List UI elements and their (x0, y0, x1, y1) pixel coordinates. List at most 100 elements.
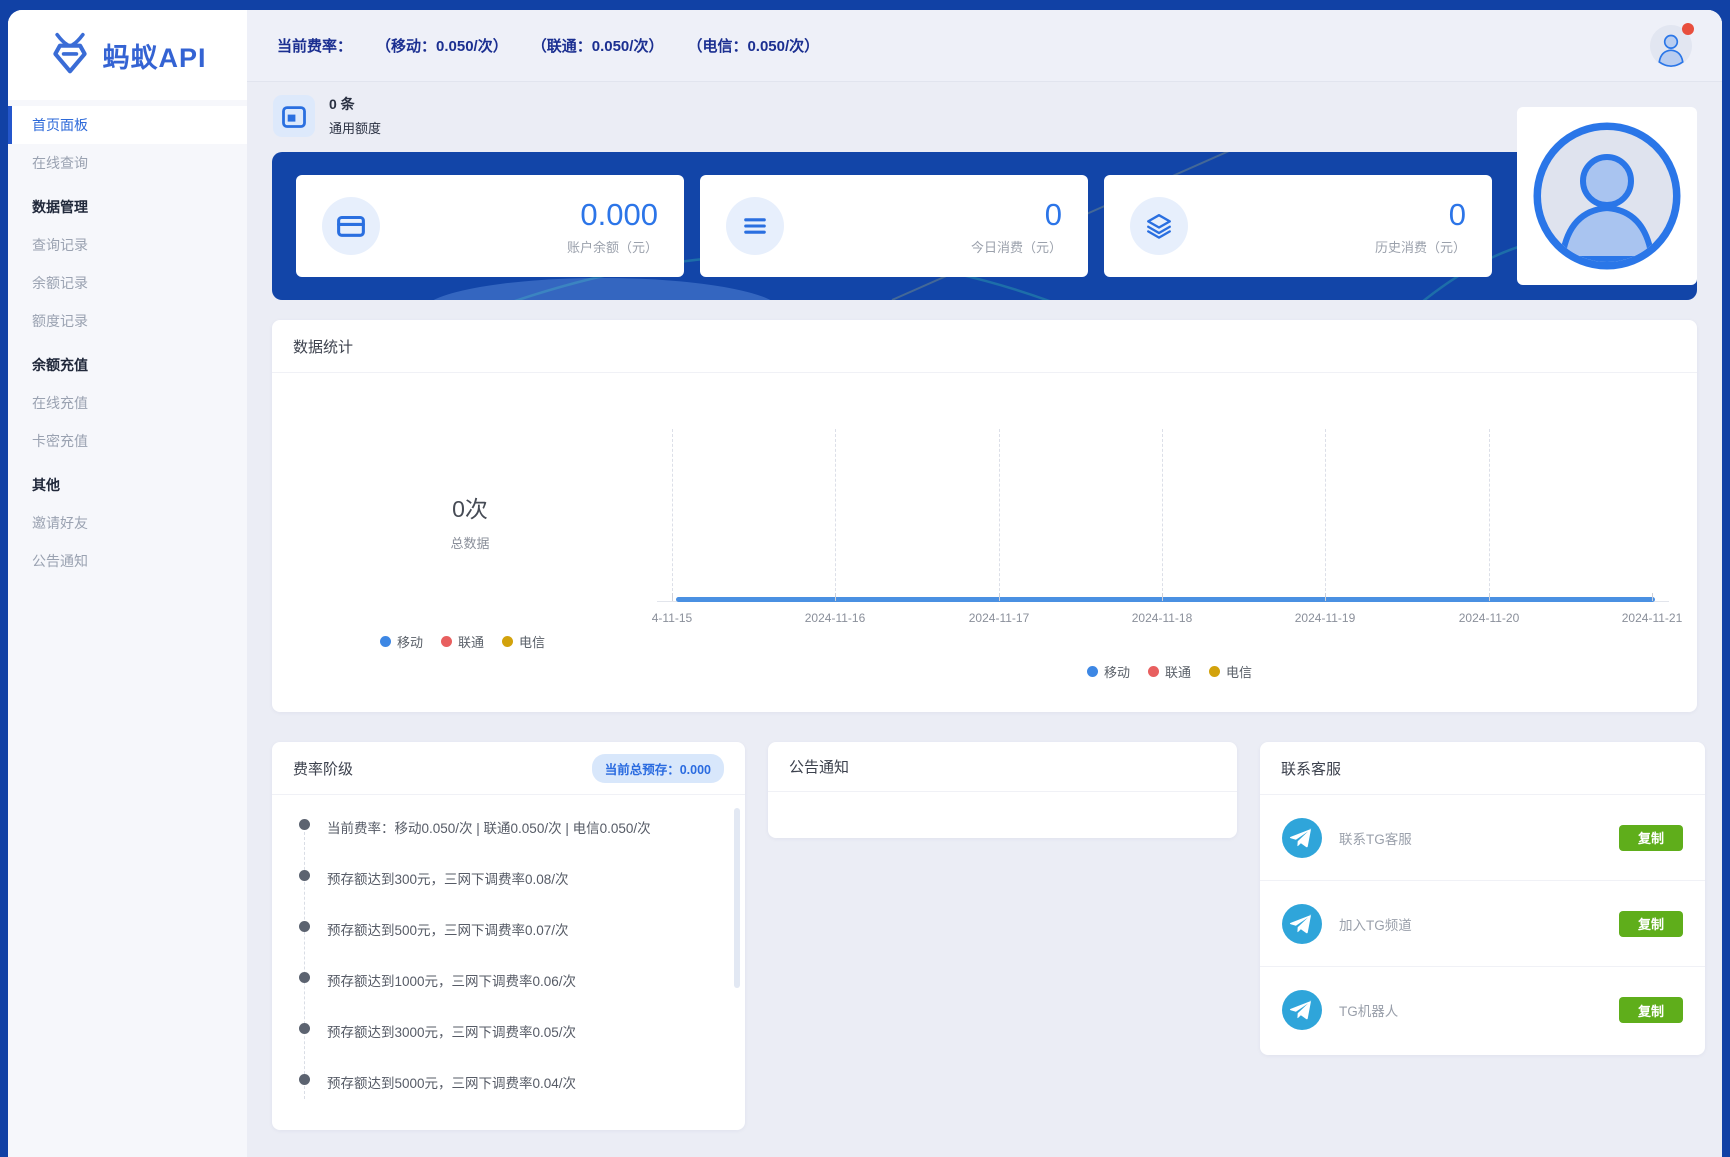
tier-item: 预存额达到300元，三网下调费率0.08/次 (299, 868, 715, 919)
legend-telecom[interactable]: 电信 (502, 632, 545, 651)
user-avatar-button[interactable] (1650, 25, 1692, 67)
support-label: 加入TG频道 (1339, 914, 1412, 934)
tick-label: 2024-11-17 (939, 611, 1059, 625)
support-row-tg-channel[interactable]: 加入TG频道 复制 (1260, 881, 1705, 967)
sidebar-item-query-records[interactable]: 查询记录 (8, 226, 247, 264)
total-data-stat: 0次 总数据 (390, 490, 550, 552)
gridline (1489, 429, 1490, 601)
menu-lines-icon (726, 197, 784, 255)
rate-telecom: （电信：0.050/次） (687, 35, 819, 56)
sidebar-item-online-query[interactable]: 在线查询 (8, 144, 247, 182)
rate-unicom: （联通：0.050/次） (532, 35, 664, 56)
gridline (835, 429, 836, 601)
sidebar-item-invite-friends[interactable]: 邀请好友 (8, 504, 247, 542)
gridline (999, 429, 1000, 601)
legend-mobile[interactable]: 移动 (1087, 662, 1130, 681)
tier-item: 预存额达到3000元，三网下调费率0.05/次 (299, 1021, 715, 1072)
sidebar-item-announcements[interactable]: 公告通知 (8, 542, 247, 580)
support-row-tg-service[interactable]: 联系TG客服 复制 (1260, 795, 1705, 881)
scrollbar-thumb[interactable] (734, 808, 740, 988)
tick (1652, 593, 1653, 601)
contact-support-panel: 联系客服 联系TG客服 复制 加入TG频道 (1260, 742, 1705, 1055)
main-area: 当前费率： （移动：0.050/次） （联通：0.050/次） （电信：0.05… (247, 10, 1722, 1157)
sidebar-section-recharge: 余额充值 (8, 346, 247, 384)
tick (1162, 593, 1163, 601)
rate-tier-list: 当前费率：移动0.050/次 | 联通0.050/次 | 电信0.050/次 预… (299, 817, 715, 1123)
telegram-icon (1282, 818, 1322, 858)
tick-label: 4-11-15 (612, 611, 732, 625)
copy-button[interactable]: 复制 (1619, 997, 1683, 1023)
legend-dot-unicom (1148, 666, 1159, 677)
sidebar-item-online-recharge[interactable]: 在线充值 (8, 384, 247, 422)
announcements-panel: 公告通知 (768, 742, 1237, 838)
legend-unicom[interactable]: 联通 (441, 632, 484, 651)
app-title: 蚂蚁API (102, 36, 206, 75)
calendar-icon (273, 95, 315, 137)
telegram-icon (1282, 990, 1322, 1030)
legend-telecom[interactable]: 电信 (1209, 662, 1252, 681)
stat-card-history: 0 历史消费（元） (1104, 175, 1492, 277)
today-label: 今日消费（元） (971, 237, 1062, 256)
tick-label: 2024-11-21 (1592, 611, 1712, 625)
sidebar: 蚂蚁API 首页面板 在线查询 数据管理 查询记录 余额记录 额度记录 余额充值… (8, 10, 247, 1157)
sidebar-item-home[interactable]: 首页面板 (8, 106, 247, 144)
sidebar-item-balance-records[interactable]: 余额记录 (8, 264, 247, 302)
tick (1325, 593, 1326, 601)
tier-item: 预存额达到1000元，三网下调费率0.06/次 (299, 970, 715, 1021)
tick (835, 593, 836, 601)
history-label: 历史消费（元） (1375, 237, 1466, 256)
total-prestore-badge: 当前总预存：0.000 (592, 754, 724, 783)
legend-label: 电信 (519, 632, 545, 651)
zero-value-line (676, 597, 1655, 602)
rate-tiers-title: 费率阶级 (293, 758, 353, 779)
tier-item: 预存额达到500元，三网下调费率0.07/次 (299, 919, 715, 970)
sidebar-item-quota-records[interactable]: 额度记录 (8, 302, 247, 340)
sidebar-section-other: 其他 (8, 466, 247, 504)
balance-label: 账户余额（元） (567, 237, 658, 256)
tick (672, 593, 673, 601)
legend-label: 电信 (1226, 662, 1252, 681)
support-label: 联系TG客服 (1339, 828, 1412, 848)
gridline (1325, 429, 1326, 601)
app-container: 蚂蚁API 首页面板 在线查询 数据管理 查询记录 余额记录 额度记录 余额充值… (8, 10, 1722, 1157)
legend-label: 联通 (1165, 662, 1191, 681)
statistics-chart: 4-11-15 2024-11-16 2024-11-17 2024-11-18… (272, 374, 1697, 712)
total-data-label: 总数据 (390, 533, 550, 552)
statistics-panel: 数据统计 4-11-15 2024-11-16 2024-11-17 (272, 320, 1697, 712)
copy-button[interactable]: 复制 (1619, 911, 1683, 937)
quota-count: 0 条 (329, 94, 381, 114)
legend-label: 移动 (1104, 662, 1130, 681)
announcements-title: 公告通知 (768, 742, 1237, 792)
sidebar-item-card-recharge[interactable]: 卡密充值 (8, 422, 247, 460)
tick (1489, 593, 1490, 601)
total-data-value: 0次 (390, 490, 550, 524)
ant-logo-icon (48, 31, 92, 80)
legend-unicom[interactable]: 联通 (1148, 662, 1191, 681)
profile-avatar-card (1517, 107, 1697, 285)
quota-summary: 0 条 通用额度 (273, 94, 381, 137)
tick (999, 593, 1000, 601)
tick-label: 2024-11-19 (1265, 611, 1385, 625)
history-value: 0 (1375, 197, 1466, 233)
legend-label: 联通 (458, 632, 484, 651)
profile-avatar[interactable] (1532, 121, 1682, 271)
topbar: 当前费率： （移动：0.050/次） （联通：0.050/次） （电信：0.05… (247, 10, 1722, 82)
legend-dot-mobile (1087, 666, 1098, 677)
gridline (672, 429, 673, 601)
copy-button[interactable]: 复制 (1619, 825, 1683, 851)
tick-label: 2024-11-16 (775, 611, 895, 625)
rate-mobile: （移动：0.050/次） (376, 35, 508, 56)
logo: 蚂蚁API (8, 10, 247, 100)
legend-dot-telecom (1209, 666, 1220, 677)
line-legend: 移动 联通 电信 (1087, 662, 1252, 681)
support-label: TG机器人 (1339, 1000, 1398, 1020)
tier-item: 当前费率：移动0.050/次 | 联通0.050/次 | 电信0.050/次 (299, 817, 715, 868)
current-rate-label: 当前费率： (277, 35, 352, 56)
support-row-tg-bot[interactable]: TG机器人 复制 (1260, 967, 1705, 1053)
gridline (1162, 429, 1163, 601)
credit-card-icon (322, 197, 380, 255)
legend-mobile[interactable]: 移动 (380, 632, 423, 651)
sidebar-nav: 首页面板 在线查询 数据管理 查询记录 余额记录 额度记录 余额充值 在线充值 … (8, 100, 247, 580)
contact-support-title: 联系客服 (1260, 742, 1705, 795)
stat-card-today: 0 今日消费（元） (700, 175, 1088, 277)
